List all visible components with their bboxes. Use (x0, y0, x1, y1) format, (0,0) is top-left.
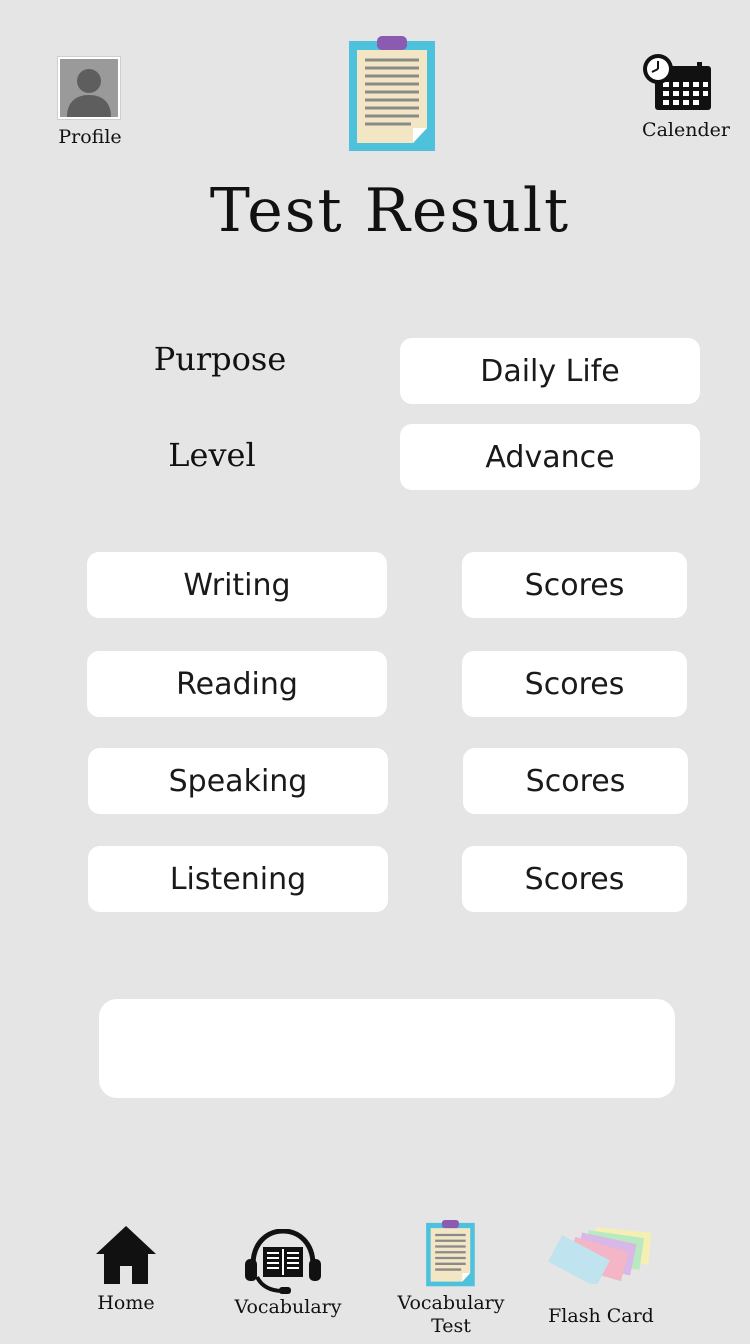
profile-icon[interactable] (57, 56, 121, 120)
vocabulary-icon[interactable] (243, 1228, 323, 1295)
vocabulary-test-nav-icon[interactable] (425, 1220, 477, 1288)
nav-vocabulary-test-line1: Vocabulary (397, 1292, 505, 1314)
vocabulary-test-clipboard-icon (347, 36, 439, 154)
listening-score-field[interactable]: Scores (462, 846, 687, 912)
purpose-label: Purpose (153, 340, 287, 378)
level-value-field[interactable]: Advance (400, 424, 700, 490)
calendar-label[interactable]: Calender (640, 119, 732, 141)
writing-score-field[interactable]: Scores (462, 552, 687, 618)
skill-writing-button[interactable]: Writing (87, 552, 387, 618)
profile-label[interactable]: Profile (56, 126, 124, 148)
nav-vocabulary-test-label[interactable]: Vocabulary Test (391, 1292, 511, 1338)
purpose-value-field[interactable]: Daily Life (400, 338, 700, 404)
nav-home-label[interactable]: Home (86, 1292, 166, 1314)
speaking-score-field[interactable]: Scores (463, 748, 688, 814)
skill-listening-button[interactable]: Listening (88, 846, 388, 912)
home-icon[interactable] (94, 1224, 158, 1286)
reading-score-field[interactable]: Scores (462, 651, 687, 717)
nav-vocabulary-test-line2: Test (431, 1315, 471, 1337)
level-label: Level (168, 436, 256, 474)
nav-vocabulary-label[interactable]: Vocabulary (228, 1296, 348, 1318)
calendar-icon[interactable] (641, 52, 713, 114)
skill-reading-button[interactable]: Reading (87, 651, 387, 717)
skill-speaking-button[interactable]: Speaking (88, 748, 388, 814)
page-title: Test Result (209, 176, 571, 246)
result-summary-box[interactable] (99, 999, 675, 1098)
flash-card-icon[interactable] (548, 1224, 654, 1287)
nav-flash-card-label[interactable]: Flash Card (541, 1305, 661, 1327)
